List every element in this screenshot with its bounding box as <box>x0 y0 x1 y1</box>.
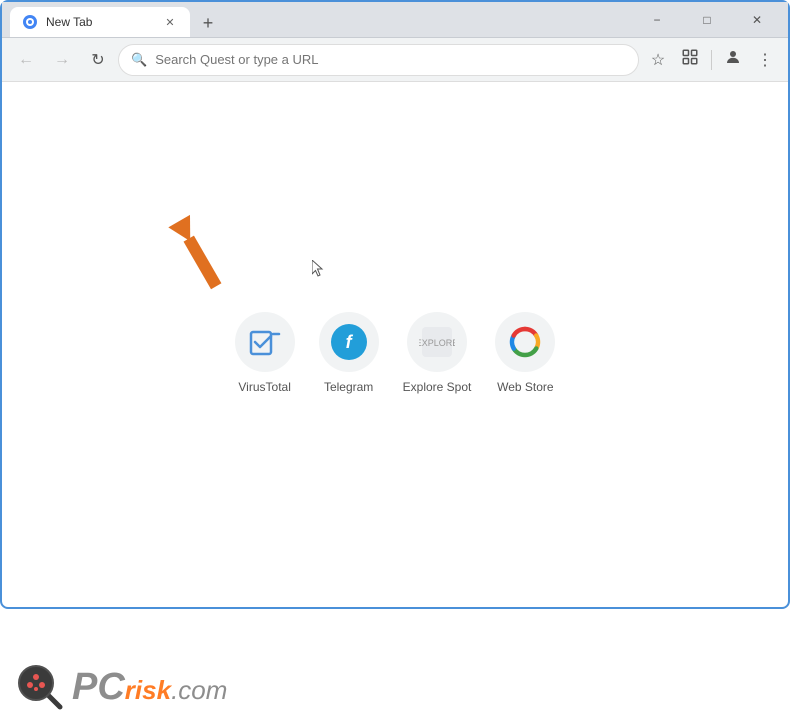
pcrisk-watermark: PC risk . com <box>2 653 239 721</box>
virustotal-label: VirusTotal <box>238 380 290 394</box>
active-tab[interactable]: New Tab ✕ <box>10 7 190 37</box>
search-icon: 🔍 <box>131 52 147 68</box>
browser-content: VirusTotal f Telegram EXPLORE Explore Sp… <box>2 192 788 721</box>
telegram-label: Telegram <box>324 380 373 394</box>
shortcuts-container: VirusTotal f Telegram EXPLORE Explore Sp… <box>2 192 788 394</box>
arrow-annotation <box>157 212 237 307</box>
tab-area: New Tab ✕ + <box>10 2 634 37</box>
telegram-icon-bg: f <box>319 312 379 372</box>
window-controls: − □ ✕ <box>634 5 780 35</box>
watermark-com: com <box>178 677 227 703</box>
shortcut-telegram[interactable]: f Telegram <box>319 312 379 394</box>
minimize-button[interactable]: − <box>634 5 680 35</box>
web-store-label: Web Store <box>497 380 553 394</box>
profile-icon <box>724 48 742 71</box>
watermark-risk: risk <box>125 677 171 703</box>
virustotal-icon <box>247 324 283 360</box>
extensions-icon <box>681 48 699 71</box>
bookmark-button[interactable]: ☆ <box>643 45 673 75</box>
tab-favicon <box>22 14 38 30</box>
shortcut-virustotal[interactable]: VirusTotal <box>235 312 295 394</box>
watermark-dot: . <box>171 677 178 703</box>
svg-text:EXPLORE: EXPLORE <box>419 338 455 348</box>
shortcuts-grid: VirusTotal f Telegram EXPLORE Explore Sp… <box>235 312 556 394</box>
watermark-text: PC risk . com <box>72 668 227 706</box>
watermark-pc: PC <box>72 668 125 706</box>
web-store-icon <box>507 324 543 360</box>
bookmark-icon: ☆ <box>651 50 665 70</box>
refresh-button[interactable]: ↻ <box>82 44 114 76</box>
nav-divider <box>711 50 712 70</box>
shortcut-explore-spot[interactable]: EXPLORE Explore Spot <box>403 312 472 394</box>
nav-right-controls: ☆ ⋮ <box>643 45 780 75</box>
profile-button[interactable] <box>718 45 748 75</box>
watermark-logo-icon <box>14 661 66 713</box>
menu-button[interactable]: ⋮ <box>750 45 780 75</box>
refresh-icon: ↻ <box>91 50 104 70</box>
new-tab-button[interactable]: + <box>194 9 222 37</box>
tab-close-button[interactable]: ✕ <box>162 14 178 30</box>
back-icon: ← <box>18 51 34 69</box>
forward-button[interactable]: → <box>46 44 78 76</box>
close-button[interactable]: ✕ <box>734 5 780 35</box>
extensions-button[interactable] <box>675 45 705 75</box>
navigation-bar: ← → ↻ 🔍 ☆ <box>2 38 788 82</box>
explore-spot-icon-bg: EXPLORE <box>407 312 467 372</box>
virustotal-icon-bg <box>235 312 295 372</box>
address-input[interactable] <box>155 52 626 67</box>
explore-spot-label: Explore Spot <box>403 380 472 394</box>
back-button[interactable]: ← <box>10 44 42 76</box>
pointing-arrow-icon <box>157 212 237 302</box>
shortcut-web-store[interactable]: Web Store <box>495 312 555 394</box>
maximize-button[interactable]: □ <box>684 5 730 35</box>
address-bar[interactable]: 🔍 <box>118 44 639 76</box>
tab-title: New Tab <box>46 15 154 29</box>
telegram-icon: f <box>331 324 367 360</box>
forward-icon: → <box>54 51 70 69</box>
web-store-icon-bg <box>495 312 555 372</box>
title-bar: New Tab ✕ + − □ ✕ <box>2 2 788 38</box>
menu-icon: ⋮ <box>757 50 773 70</box>
explore-spot-icon: EXPLORE <box>419 324 455 360</box>
